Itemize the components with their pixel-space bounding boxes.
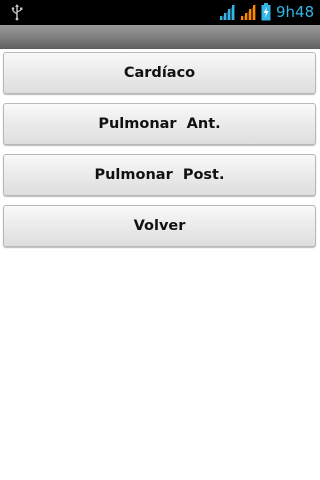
signal-icon xyxy=(219,4,235,20)
cardiaco-button[interactable]: Cardíaco xyxy=(3,52,316,94)
status-clock: 9h48 xyxy=(276,3,315,21)
title-bar xyxy=(0,25,320,49)
status-bar: 9h48 xyxy=(0,0,320,25)
pulmonar-post-button[interactable]: Pulmonar Post. xyxy=(3,154,316,196)
signal-icon xyxy=(240,4,256,20)
usb-icon xyxy=(10,4,24,21)
pulmonar-ant-button[interactable]: Pulmonar Ant. xyxy=(3,103,316,145)
battery-charging-icon xyxy=(261,3,271,21)
menu-panel: Cardíaco Pulmonar Ant. Pulmonar Post. Vo… xyxy=(0,49,320,480)
volver-button[interactable]: Volver xyxy=(3,205,316,247)
